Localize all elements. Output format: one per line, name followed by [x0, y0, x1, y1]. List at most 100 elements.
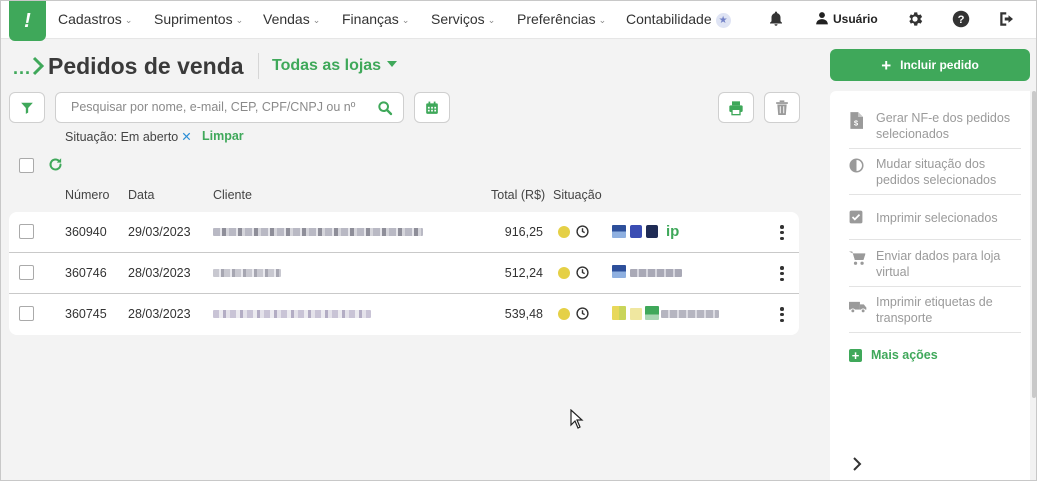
order-total: 916,25: [504, 225, 543, 239]
row-checkbox[interactable]: [19, 306, 34, 321]
nav-item-label: Finanças: [342, 11, 399, 27]
nav-item-suprimentos[interactable]: Suprimentos ⌄: [154, 11, 243, 27]
refresh-icon[interactable]: [48, 157, 63, 175]
row-checkbox[interactable]: [19, 224, 34, 239]
nav-item-label: Cadastros: [58, 11, 122, 27]
action-label: Enviar dados para loja virtual: [876, 249, 1001, 279]
document-dollar-icon: $: [849, 112, 865, 129]
column-header-total[interactable]: Total (R$): [491, 188, 545, 202]
store-selector[interactable]: Todas as lojas: [272, 57, 398, 75]
nav-item-label: Preferências: [517, 11, 596, 27]
chevron-down-icon: ⌄: [487, 15, 496, 25]
add-order-button[interactable]: + Incluir pedido: [830, 49, 1030, 81]
nav-item-cadastros[interactable]: Cadastros ⌄: [58, 11, 132, 27]
row-checkbox[interactable]: [19, 265, 34, 280]
action-label: Mudar situação dos pedidos selecionados: [876, 157, 997, 187]
truck-icon: [849, 300, 867, 316]
clock-icon: [576, 266, 589, 282]
marketplace-icon: [645, 306, 659, 320]
select-all-checkbox[interactable]: [19, 158, 34, 173]
add-order-label: Incluir pedido: [900, 58, 979, 72]
more-actions-button[interactable]: + Mais ações: [849, 348, 938, 362]
marketplace-icon: [630, 308, 642, 320]
nav-item-contabilidade[interactable]: Contabilidade ★: [626, 11, 731, 29]
printer-icon: [729, 100, 743, 115]
divider: [849, 148, 1021, 149]
table-row[interactable]: 360745 28/03/2023 539,48: [9, 294, 799, 335]
marketplace-icon: [612, 265, 626, 278]
orders-table: 360940 29/03/2023 916,25 ip 360746 28/03…: [9, 212, 799, 335]
clock-icon: [576, 225, 589, 241]
nav-item-label: Vendas: [263, 11, 310, 27]
action-print-shipping-labels[interactable]: Imprimir etiquetas de transporte: [849, 294, 1019, 326]
row-actions-menu[interactable]: [779, 266, 785, 281]
gear-icon[interactable]: [906, 10, 926, 30]
order-date: 28/03/2023: [128, 266, 191, 280]
order-number: 360940: [65, 225, 107, 239]
row-actions-menu[interactable]: [779, 225, 785, 240]
status-open-dot: [558, 308, 570, 320]
status-open-dot: [558, 226, 570, 238]
nav-item-preferencias[interactable]: Preferências ⌄: [517, 11, 606, 27]
filter-button[interactable]: [9, 92, 45, 123]
half-circle-icon: [849, 158, 865, 174]
top-navigation: ! Cadastros ⌄ Suprimentos ⌄ Vendas ⌄ Finanç…: [1, 1, 1036, 41]
funnel-icon: [21, 102, 33, 114]
order-total: 539,48: [504, 307, 543, 321]
chevron-right-icon[interactable]: [852, 457, 862, 474]
nav-item-servicos[interactable]: Serviços ⌄: [431, 11, 495, 27]
breadcrumb-ellipsis[interactable]: ...: [13, 58, 31, 79]
bell-icon[interactable]: [767, 10, 787, 30]
store-name-redacted: [661, 310, 719, 318]
marketplace-icon: [612, 225, 626, 238]
chevron-down-icon: ⌄: [235, 15, 244, 25]
active-filter-label: Situação: Em aberto: [65, 130, 179, 144]
action-label: Gerar NF-e dos pedidos selecionados: [876, 111, 1011, 141]
nav-item-vendas[interactable]: Vendas ⌄: [263, 11, 320, 27]
action-print-selected[interactable]: Imprimir selecionados: [849, 210, 1019, 226]
date-filter-button[interactable]: [414, 92, 450, 123]
clock-icon: [576, 307, 589, 323]
delete-button[interactable]: [764, 92, 800, 123]
client-name-redacted: [213, 310, 371, 318]
app-frame: ! Cadastros ⌄ Suprimentos ⌄ Vendas ⌄ Finanç…: [0, 0, 1037, 481]
column-header-cliente[interactable]: Cliente: [213, 188, 252, 202]
order-total: 512,24: [504, 266, 543, 280]
column-header-data[interactable]: Data: [128, 188, 154, 202]
action-send-store-data[interactable]: Enviar dados para loja virtual: [849, 248, 1019, 280]
chevron-down-icon: ⌄: [401, 15, 410, 25]
marketplace-icon: [612, 306, 626, 320]
table-row[interactable]: 360940 29/03/2023 916,25 ip: [9, 212, 799, 253]
nav-item-label: Suprimentos: [154, 11, 233, 27]
search-field[interactable]: [55, 92, 404, 123]
help-icon[interactable]: ?: [952, 10, 972, 30]
client-name-redacted: [213, 269, 281, 277]
panel-scrollbar[interactable]: [1030, 91, 1036, 480]
order-number: 360745: [65, 307, 107, 321]
title-divider: [258, 53, 259, 79]
status-open-dot: [558, 267, 570, 279]
action-change-status[interactable]: Mudar situação dos pedidos selecionados: [849, 156, 1019, 188]
print-button[interactable]: [718, 92, 754, 123]
action-generate-nfe[interactable]: $ Gerar NF-e dos pedidos selecionados: [849, 110, 1019, 142]
user-icon: [816, 12, 828, 25]
remove-filter-icon[interactable]: ✕: [181, 130, 191, 144]
clear-filters-link[interactable]: Limpar: [202, 129, 244, 143]
divider: [849, 194, 1021, 195]
search-icon[interactable]: [377, 100, 393, 119]
user-menu-button[interactable]: Usuário: [815, 11, 878, 26]
column-header-situacao[interactable]: Situação: [553, 188, 602, 202]
logout-icon[interactable]: [998, 10, 1018, 30]
app-logo[interactable]: !: [9, 1, 46, 41]
search-input[interactable]: [71, 100, 361, 114]
ip-integration-icon: ip: [666, 223, 680, 240]
nav-item-financas[interactable]: Finanças ⌄: [342, 11, 409, 27]
order-number: 360746: [65, 266, 107, 280]
shield-badge-icon: [646, 225, 658, 238]
scrollbar-thumb[interactable]: [1032, 91, 1036, 398]
column-header-numero[interactable]: Número: [65, 188, 109, 202]
row-actions-menu[interactable]: [779, 307, 785, 322]
svg-text:?: ?: [958, 14, 965, 26]
table-row[interactable]: 360746 28/03/2023 512,24: [9, 253, 799, 294]
store-name-redacted: [630, 269, 682, 277]
